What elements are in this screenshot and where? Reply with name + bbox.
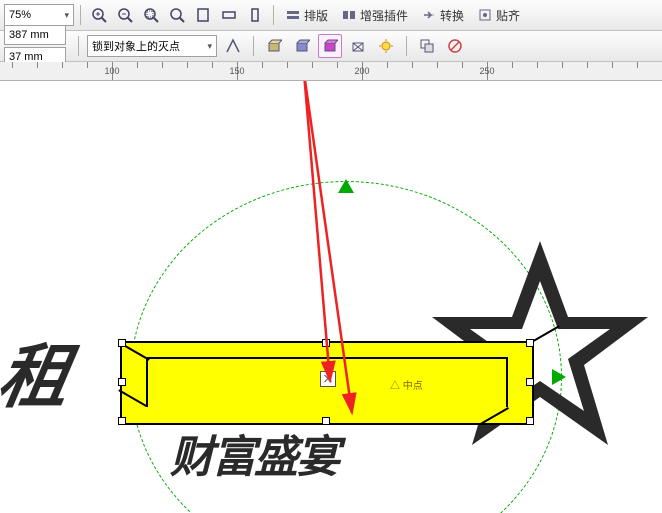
separator	[273, 5, 274, 25]
extrude-depth-icon[interactable]	[290, 34, 314, 58]
selection-handle[interactable]	[118, 417, 126, 425]
ruler-tick-label: 150	[229, 66, 244, 76]
menu-label: 排版	[304, 7, 328, 24]
separator	[78, 36, 79, 56]
separator	[406, 36, 407, 56]
zoom-height-icon[interactable]	[243, 3, 267, 27]
zoom-width-icon[interactable]	[217, 3, 241, 27]
ruler-tick-label: 200	[354, 66, 369, 76]
width-value: 387 mm	[9, 29, 49, 41]
extrude-lighting-icon[interactable]	[374, 34, 398, 58]
selection-handle[interactable]	[322, 339, 330, 347]
main-toolbar: 75% 排版 增强插件 转换 贴齐	[0, 0, 662, 31]
extrude-color-icon[interactable]	[318, 34, 342, 58]
center-label: △ 中点	[390, 377, 423, 392]
ruler-tick-label: 250	[479, 66, 494, 76]
selection-handle[interactable]	[118, 339, 126, 347]
zoom-page-icon[interactable]	[191, 3, 215, 27]
separator	[80, 5, 81, 25]
property-toolbar: 387 mm 37 mm 锁到对象上的灭点	[0, 31, 662, 62]
zoom-in-icon[interactable]	[87, 3, 111, 27]
selection-handle[interactable]	[118, 378, 126, 386]
vanishing-point-combo[interactable]: 锁到对象上的灭点	[87, 35, 217, 57]
rotation-handle-top[interactable]	[338, 179, 354, 193]
ruler-tick-label: 100	[104, 66, 119, 76]
dimension-inputs: 387 mm 37 mm	[4, 25, 66, 67]
convert-menu[interactable]: 转换	[416, 4, 470, 26]
zoom-out-icon[interactable]	[113, 3, 137, 27]
zoom-level-combo[interactable]: 75%	[4, 4, 74, 26]
copy-extrude-icon[interactable]	[415, 34, 439, 58]
selection-handle[interactable]	[526, 378, 534, 386]
menu-label: 贴齐	[496, 7, 520, 24]
menu-label: 转换	[440, 7, 464, 24]
selection-handle[interactable]	[526, 339, 534, 347]
layout-menu[interactable]: 排版	[280, 4, 334, 26]
snap-menu[interactable]: 贴齐	[472, 4, 526, 26]
zoom-all-icon[interactable]	[165, 3, 189, 27]
clear-extrude-icon[interactable]	[443, 34, 467, 58]
vp-tool-1-icon[interactable]	[221, 34, 245, 58]
left-partial-text: 租	[0, 321, 79, 422]
extrude-bevel-icon[interactable]	[346, 34, 370, 58]
bottom-text: 财富盛宴	[170, 421, 338, 485]
separator	[253, 36, 254, 56]
enhance-plugin-menu[interactable]: 增强插件	[336, 4, 414, 26]
zoom-selection-icon[interactable]	[139, 3, 163, 27]
vp-label: 锁到对象上的灭点	[92, 38, 180, 54]
selection-handle[interactable]	[526, 417, 534, 425]
horizontal-ruler: // minor ticks drawn statically 10015020…	[0, 62, 662, 81]
center-marker[interactable]	[320, 371, 336, 387]
zoom-value: 75%	[9, 9, 31, 21]
menu-label: 增强插件	[360, 7, 408, 24]
width-input[interactable]: 387 mm	[4, 25, 66, 45]
drawing-canvas[interactable]: 租 △ 中点 财富盛宴	[0, 81, 662, 513]
extrude-rotate-icon[interactable]	[262, 34, 286, 58]
